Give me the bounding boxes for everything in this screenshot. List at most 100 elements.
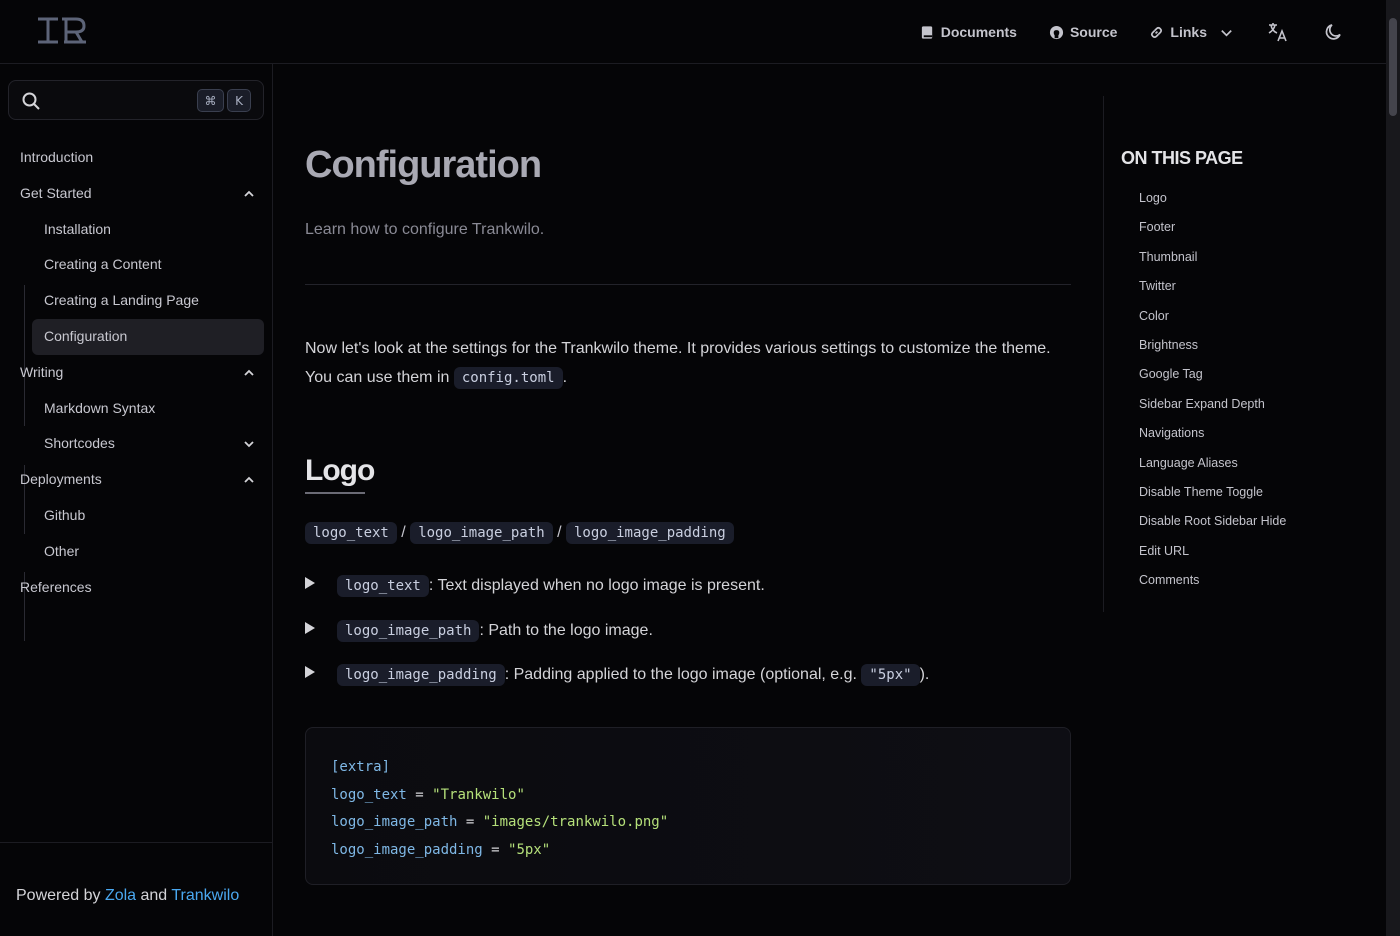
toc-item-footer[interactable]: Footer [1139,220,1175,234]
page-title: Configuration [305,144,542,186]
toc-item-language-aliases[interactable]: Language Aliases [1139,456,1238,470]
toc-item-disable-theme-toggle[interactable]: Disable Theme Toggle [1139,485,1263,499]
inline-code: "5px" [861,664,920,686]
toc-item-navigations[interactable]: Navigations [1139,426,1204,440]
powered-and: and [136,887,172,904]
chevron-up-icon[interactable] [242,187,256,201]
list-item[interactable]: logo_image_path: Path to the logo image. [305,620,653,642]
toc-item-comments[interactable]: Comments [1139,573,1199,587]
chevron-down-icon [1221,29,1232,37]
toc-item-logo[interactable]: Logo [1139,191,1167,205]
sidebar: ⌘ K Introduction Get Started Installatio… [0,64,273,936]
list-item[interactable]: logo_image_padding: Padding applied to t… [305,664,929,686]
nav-documents-label: Documents [940,24,1017,40]
code-string: "Trankwilo" [432,786,525,803]
bullet-text: : Path to the logo image. [479,622,653,639]
sidebar-item-shortcodes[interactable]: Shortcodes [44,435,115,451]
sidebar-item-markdown-syntax[interactable]: Markdown Syntax [44,400,155,416]
toc-item-google-tag[interactable]: Google Tag [1139,367,1203,381]
scrollbar[interactable] [1386,0,1400,936]
code-string: "images/trankwilo.png" [482,814,669,830]
code-key: logo_image_path [331,814,458,830]
inline-code: logo_image_path [410,522,553,544]
zola-link[interactable]: Zola [105,887,136,904]
toc-item-color[interactable]: Color [1139,309,1169,323]
disclosure-triangle-icon[interactable] [305,577,315,589]
sidebar-item-creating-content[interactable]: Creating a Content [44,256,162,272]
nav-links-label: Links [1170,24,1207,40]
divider [305,284,1071,285]
code-key: logo_image_padding [331,841,483,858]
inline-code: logo_image_padding [565,522,734,544]
powered-by-text: Powered by Zola and Trankwilo [16,887,239,905]
moon-icon [1325,24,1341,40]
code-line: [extra] [331,759,391,775]
trankwilo-logo[interactable] [36,16,88,46]
sidebar-item-references[interactable]: References [20,579,92,595]
scrollbar-thumb[interactable] [1389,18,1397,116]
bullet-text: : Padding applied to the logo image (opt… [504,666,862,683]
sidebar-item-get-started[interactable]: Get Started [20,185,92,201]
sidebar-item-writing[interactable]: Writing [20,364,63,380]
language-switcher[interactable] [1266,20,1290,44]
inline-code: config.toml [453,367,563,389]
sidebar-item-creating-landing-page[interactable]: Creating a Landing Page [44,292,199,308]
code-eq: = [482,841,509,858]
intro-end: . [562,369,568,386]
theme-toggle[interactable] [1322,20,1346,44]
toc-item-brightness[interactable]: Brightness [1139,338,1198,352]
config-keys-line: logo_text / logo_image_path / logo_image… [305,522,734,544]
code-block[interactable]: [extra] logo_text = "Trankwilo" logo_ima… [305,727,1071,885]
code-line: logo_text = "Trankwilo" [331,782,1045,810]
sidebar-item-deployments[interactable]: Deployments [20,471,102,487]
inline-code: logo_text [305,522,397,544]
code-eq: = [406,786,433,803]
sidebar-item-installation[interactable]: Installation [44,221,111,237]
list-item[interactable]: logo_text: Text displayed when no logo i… [305,575,765,597]
code-eq: = [457,814,483,830]
section-heading-logo[interactable]: Logo [305,454,375,488]
chevron-up-icon[interactable] [242,366,256,380]
nav-links-dropdown[interactable]: Links [1149,24,1234,40]
nav-source[interactable]: Source [1049,24,1117,40]
toc-item-sidebar-expand-depth[interactable]: Sidebar Expand Depth [1139,397,1265,411]
toc-item-twitter[interactable]: Twitter [1139,279,1176,293]
powered-prefix: Powered by [16,887,105,904]
toc-item-thumbnail[interactable]: Thumbnail [1139,250,1197,264]
search-icon [22,92,40,110]
page-description: Learn how to configure Trankwilo. [305,221,545,238]
intro-text: Now let's look at the settings for the T… [305,340,1051,386]
separator: / [552,524,566,541]
inline-code: logo_image_padding [337,664,505,686]
top-nav: Documents Source Links [920,0,1346,64]
chevron-down-icon[interactable] [242,437,256,451]
kbd-k: K [227,89,251,112]
toc-title: ON THIS PAGE [1121,148,1243,168]
code-string: "5px" [508,841,551,858]
sidebar-item-introduction[interactable]: Introduction [20,149,93,165]
toc-item-edit-url[interactable]: Edit URL [1139,544,1189,558]
sidebar-item-other[interactable]: Other [44,543,79,559]
intro-paragraph: Now let's look at the settings for the T… [305,334,1071,393]
table-of-contents: ON THIS PAGE Logo Footer Thumbnail Twitt… [1103,96,1313,612]
code-key: logo_text [331,786,407,803]
code-line: logo_image_padding = "5px" [331,837,1045,865]
nav-source-label: Source [1069,24,1118,40]
book-icon [921,25,932,39]
toc-item-disable-root-sidebar-hide[interactable]: Disable Root Sidebar Hide [1139,514,1286,528]
bullet-text: : Text displayed when no logo image is p… [428,577,765,594]
search-box[interactable]: ⌘ K [8,80,264,120]
heading-underline [305,492,365,494]
nav-documents[interactable]: Documents [920,24,1017,40]
link-icon [1151,26,1163,38]
disclosure-triangle-icon[interactable] [305,622,315,634]
sidebar-item-configuration[interactable]: Configuration [44,328,127,344]
inline-code: logo_text [337,575,429,597]
github-icon [1049,25,1064,39]
sidebar-footer: Powered by Zola and Trankwilo [0,842,273,936]
trankwilo-link[interactable]: Trankwilo [171,887,239,904]
disclosure-triangle-icon[interactable] [305,666,315,678]
sidebar-item-github[interactable]: Github [44,507,85,523]
chevron-up-icon[interactable] [242,473,256,487]
inline-code: logo_image_path [337,620,480,642]
